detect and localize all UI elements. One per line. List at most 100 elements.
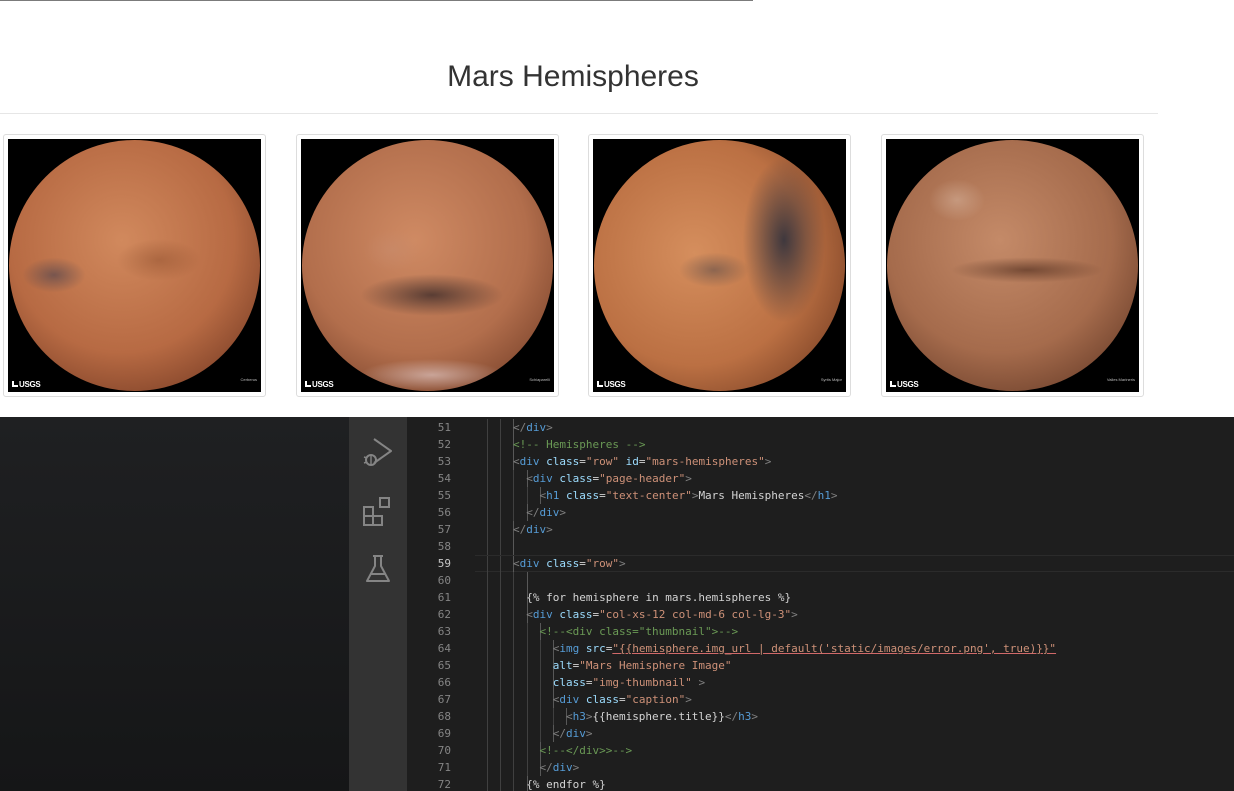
code-line-text: {% for hemisphere in mars.hemispheres %} [526, 589, 791, 606]
code-token: "Mars Hemisphere Image" [579, 659, 732, 672]
code-line[interactable]: <h3>{{hemisphere.title}}</h3> [475, 708, 1234, 725]
indent-guide [526, 657, 528, 674]
code-token: id [625, 455, 639, 468]
code-token: > [764, 455, 772, 468]
indent-guide [513, 606, 515, 623]
code-area[interactable]: </div> <!-- Hemispheres --> <div class="ro… [475, 417, 1234, 791]
testing-flask-icon[interactable] [361, 552, 395, 586]
indent-guide [487, 504, 488, 521]
indent-guide [500, 657, 502, 674]
code-line-text: <!--</div>>--> [539, 742, 632, 759]
line-number: 65 [437, 659, 451, 672]
code-line[interactable]: </div> [475, 504, 1234, 521]
indent-guide [513, 589, 515, 606]
indent-guide [539, 725, 541, 742]
line-number: 71 [437, 761, 451, 774]
code-token: Mars Hemispheres [698, 489, 805, 502]
code-token: class [546, 557, 580, 570]
hemisphere-image[interactable]: USGS Cerberus [8, 139, 261, 392]
code-line[interactable]: <div class="caption"> [475, 691, 1234, 708]
indent-guide [500, 556, 502, 573]
line-number: 56 [437, 506, 451, 519]
indent-guide [526, 742, 528, 759]
indent-guide [553, 708, 555, 725]
indent-guide [513, 742, 515, 759]
code-line-text: <div class="page-header"> [526, 470, 692, 487]
hemisphere-thumbnail[interactable]: USGS Cerberus [3, 134, 266, 397]
code-line[interactable]: {% for hemisphere in mars.hemispheres %} [475, 589, 1234, 606]
code-line-text: <img src="{{hemisphere.img_url | default… [553, 640, 1056, 657]
code-line[interactable]: <div class="row" id="mars-hemispheres"> [475, 453, 1234, 470]
code-line-text: </div> [553, 725, 593, 742]
indent-guide [487, 556, 488, 573]
code-token: div [565, 727, 586, 740]
indent-guide [513, 674, 515, 691]
activity-bar [349, 417, 407, 791]
code-line[interactable]: <div class="row"> [475, 555, 1234, 573]
code-line[interactable]: <!-- Hemispheres --> [475, 436, 1234, 453]
code-token: > [830, 489, 838, 502]
line-number: 61 [437, 591, 451, 604]
mars-globe [887, 140, 1138, 391]
code-line[interactable]: </div> [475, 759, 1234, 776]
code-editor-window: 51 52 53 54 55 56 57 58 59 60 61 62 63 64 65 66 67 68 69 70… [0, 417, 1234, 791]
code-line[interactable]: alt="Mars Hemisphere Image" [475, 657, 1234, 674]
code-line-text: {% endfor %} [526, 776, 605, 791]
code-line-text: <!--<div class="thumbnail">--> [539, 623, 738, 640]
desktop-background [0, 417, 349, 791]
line-number: 67 [437, 693, 451, 706]
indent-guide [487, 572, 488, 589]
indent-guide [487, 606, 488, 623]
line-number: 53 [437, 455, 451, 468]
code-line[interactable]: </div> [475, 521, 1234, 538]
code-line[interactable]: </div> [475, 419, 1234, 436]
indent-guide [487, 589, 488, 606]
hemisphere-thumbnail[interactable]: USGS Syrtis Major [588, 134, 851, 397]
code-line[interactable]: </div> [475, 725, 1234, 742]
code-token: > [546, 523, 553, 536]
indent-guide [487, 538, 488, 555]
code-line-text: <!-- Hemispheres --> [513, 436, 645, 453]
image-label: Syrtis Major [820, 377, 842, 382]
hemisphere-image[interactable]: USGS Valles Marineris [886, 139, 1139, 392]
indent-guide [526, 725, 528, 742]
indent-guide [500, 589, 502, 606]
indent-guide [500, 453, 502, 470]
code-line[interactable]: <h1 class="text-center">Mars Hemispheres… [475, 487, 1234, 504]
hemisphere-thumbnail[interactable]: USGS Schiaparelli [296, 134, 559, 397]
page-header-divider [0, 113, 1158, 114]
code-line[interactable]: <div class="col-xs-12 col-md-6 col-lg-3"… [475, 606, 1234, 623]
indent-guide [526, 487, 528, 504]
code-line[interactable]: class="img-thumbnail" > [475, 674, 1234, 691]
line-number-gutter: 51 52 53 54 55 56 57 58 59 60 61 62 63 64 65 66 67 68 69 70… [407, 417, 475, 791]
code-token: div [519, 455, 540, 468]
indent-guide [500, 725, 502, 742]
code-line[interactable]: {% endfor %} [475, 776, 1234, 791]
indent-guide [539, 640, 541, 657]
run-debug-icon[interactable] [361, 435, 395, 469]
image-label: Cerberus [240, 377, 257, 382]
code-line[interactable]: <div class="page-header"> [475, 470, 1234, 487]
code-line[interactable]: <!--</div>>--> [475, 742, 1234, 759]
hemisphere-thumbnail[interactable]: USGS Valles Marineris [881, 134, 1144, 397]
indent-guide [500, 606, 502, 623]
hemisphere-image[interactable]: USGS Syrtis Major [593, 139, 846, 392]
code-line[interactable] [475, 538, 1234, 555]
hemisphere-image[interactable]: USGS Schiaparelli [301, 139, 554, 392]
usgs-logo: USGS [12, 380, 41, 389]
code-line[interactable]: <img src="{{hemisphere.img_url | default… [475, 640, 1234, 657]
code-line[interactable] [475, 572, 1234, 589]
indent-guide [487, 470, 488, 487]
indent-guide [513, 657, 515, 674]
extensions-icon[interactable] [361, 494, 395, 528]
code-token: </ [513, 421, 527, 434]
code-token: < [526, 472, 533, 485]
code-token: h3 [738, 710, 752, 723]
code-token: div [559, 693, 580, 706]
code-line[interactable]: <!--<div class="thumbnail">--> [475, 623, 1234, 640]
line-number: 55 [437, 489, 451, 502]
code-line-text: </div> [513, 419, 553, 436]
indent-guide [487, 691, 488, 708]
